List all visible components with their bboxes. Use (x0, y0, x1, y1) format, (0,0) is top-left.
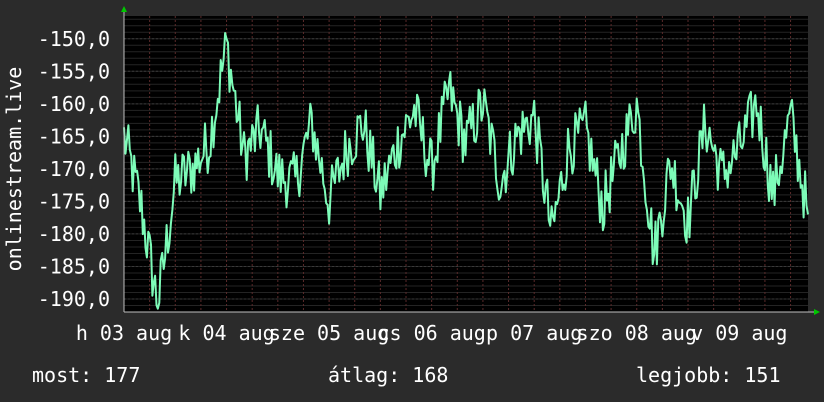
y-tick-label: -165,0 (38, 124, 110, 148)
stat-current-value: most: 177 (32, 363, 141, 387)
y-axis-arrow (121, 6, 127, 12)
y-tick-label: -170,0 (38, 157, 110, 181)
stat-average-value: átlag: 168 (328, 363, 449, 387)
x-tick-label: cs 06 aug (377, 321, 485, 345)
x-axis-arrow (814, 309, 820, 315)
y-tick-label: -175,0 (38, 189, 110, 213)
y-tick-label: -155,0 (38, 59, 110, 83)
y-tick-label: -160,0 (38, 92, 110, 116)
x-tick-label: szo 08 aug (577, 321, 697, 345)
x-tick-label: p 07 aug (486, 321, 582, 345)
x-tick-label: h 03 aug (76, 321, 172, 345)
stat-best-value: legjobb: 151 (636, 363, 781, 387)
y-axis-label: onlinestream.live (2, 62, 26, 276)
y-tick-label: -150,0 (38, 27, 110, 51)
y-tick-label: -190,0 (38, 287, 110, 311)
y-tick-label: -185,0 (38, 254, 110, 278)
y-axis-label-text: onlinestream.live (2, 66, 26, 272)
y-tick-label: -180,0 (38, 222, 110, 246)
x-tick-label: k 04 aug (178, 321, 274, 345)
x-tick-label: v 09 aug (691, 321, 787, 345)
chart-svg: -150,0 -155,0 -160,0 -165,0 -170,0 -175,0 -180… (38, 6, 820, 345)
x-tick-label: sze 05 aug (269, 321, 389, 345)
